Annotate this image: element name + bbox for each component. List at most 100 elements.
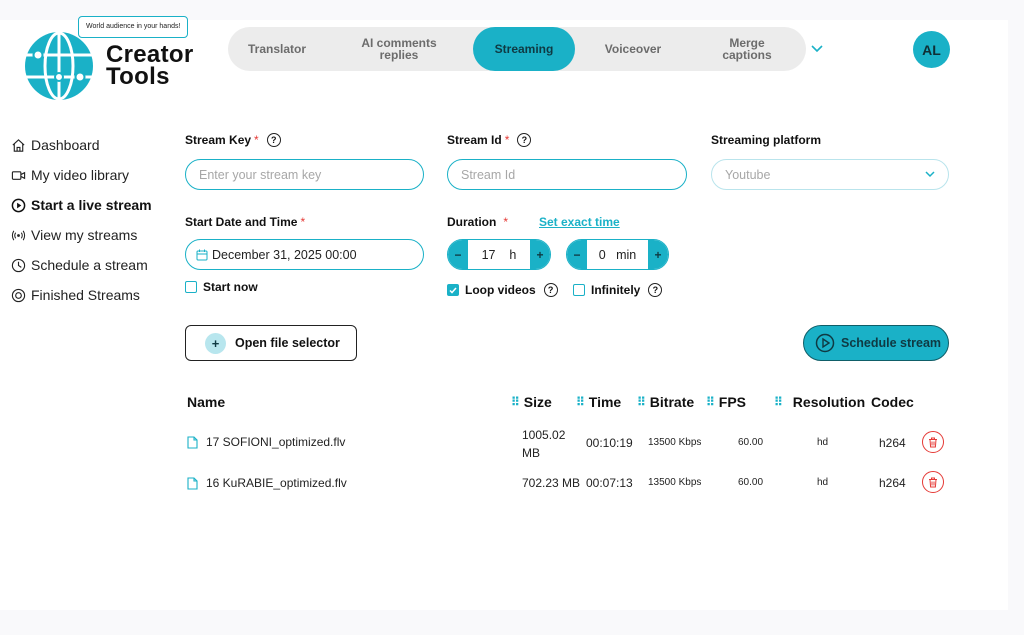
column-header-fps[interactable]: ⠿ FPS bbox=[706, 394, 746, 410]
file-size-value: 1005.02 bbox=[522, 428, 566, 442]
hours-increment-button[interactable]: + bbox=[530, 240, 550, 269]
delete-button[interactable] bbox=[922, 471, 944, 493]
minutes-number: 0 bbox=[598, 247, 606, 262]
checkbox-box bbox=[185, 281, 197, 293]
minutes-stepper: − 0 min + bbox=[566, 239, 669, 270]
column-header-name[interactable]: Name bbox=[187, 394, 225, 410]
column-header-bitrate[interactable]: ⠿ Bitrate bbox=[637, 394, 694, 410]
help-icon[interactable]: ? bbox=[517, 133, 532, 147]
top-nav: Translator AI comments replies Streaming… bbox=[228, 27, 806, 71]
globe-logo-icon bbox=[25, 31, 93, 101]
sidebar-item-start-a-live-stream[interactable]: Start a live stream bbox=[10, 190, 180, 220]
drag-handle-icon[interactable]: ⠿ bbox=[637, 395, 646, 409]
file-size: 1005.02 MB bbox=[522, 426, 565, 462]
calendar-icon bbox=[196, 249, 208, 261]
help-icon[interactable]: ? bbox=[543, 283, 558, 297]
loop-videos-checkbox[interactable]: Loop videos ? bbox=[447, 283, 558, 297]
tab-voiceover[interactable]: Voiceover bbox=[585, 27, 681, 71]
column-header-fps-label: FPS bbox=[718, 394, 747, 410]
file-fps: 60.00 bbox=[738, 477, 764, 488]
stream-key-label-text: Stream Key bbox=[185, 133, 252, 147]
required-mark: * bbox=[503, 215, 509, 229]
required-mark: * bbox=[504, 133, 510, 147]
logo-name-line2: Tools bbox=[106, 63, 170, 90]
tab-streaming[interactable]: Streaming bbox=[473, 27, 575, 71]
start-now-checkbox[interactable]: Start now bbox=[185, 280, 258, 294]
open-file-selector-button[interactable]: + Open file selector bbox=[185, 325, 357, 361]
hours-value[interactable]: 17 h bbox=[468, 248, 530, 262]
stream-id-input[interactable] bbox=[447, 159, 687, 190]
plus-icon: + bbox=[205, 332, 226, 354]
sidebar-item-label: View my streams bbox=[31, 227, 138, 243]
file-name: 16 KuRABIE_optimized.flv bbox=[206, 476, 347, 490]
stream-key-input[interactable] bbox=[185, 159, 424, 190]
start-now-label: Start now bbox=[203, 280, 258, 294]
hours-number: 17 bbox=[481, 247, 496, 262]
delete-button[interactable] bbox=[922, 431, 944, 453]
column-header-codec[interactable]: Codec bbox=[871, 394, 914, 410]
help-icon[interactable]: ? bbox=[266, 133, 281, 147]
sidebar-item-view-my-streams[interactable]: View my streams bbox=[10, 220, 180, 250]
column-header-time[interactable]: ⠿ Time bbox=[576, 394, 621, 410]
column-header-time-label: Time bbox=[588, 394, 622, 410]
file-bitrate: 13500 Kbps bbox=[648, 437, 702, 448]
sidebar-item-label: My video library bbox=[31, 167, 130, 183]
schedule-stream-button[interactable]: Schedule stream bbox=[803, 325, 949, 361]
infinitely-checkbox[interactable]: Infinitely ? bbox=[573, 283, 663, 297]
table-row[interactable]: 16 KuRABIE_optimized.flv bbox=[187, 476, 347, 490]
stream-id-label-text: Stream Id bbox=[447, 133, 502, 147]
hours-unit: h bbox=[509, 247, 517, 262]
avatar[interactable]: AL bbox=[913, 31, 950, 68]
chevron-down-icon bbox=[925, 169, 935, 181]
logo[interactable]: World audience in your hands! Creator To… bbox=[24, 16, 214, 105]
streaming-platform-label: Streaming platform bbox=[711, 133, 822, 147]
checkbox-box bbox=[573, 284, 585, 296]
column-header-size[interactable]: ⠿ Size bbox=[511, 394, 552, 410]
drag-handle-icon[interactable]: ⠿ bbox=[706, 395, 715, 409]
drag-handle-icon[interactable]: ⠿ bbox=[774, 395, 783, 409]
play-circle-icon bbox=[815, 333, 835, 353]
minutes-value[interactable]: 0 min bbox=[587, 248, 648, 262]
sidebar-item-dashboard[interactable]: Dashboard bbox=[10, 130, 180, 160]
file-name: 17 SOFIONI_optimized.flv bbox=[206, 435, 346, 449]
hours-decrement-button[interactable]: − bbox=[448, 240, 468, 269]
file-fps: 60.00 bbox=[738, 437, 764, 448]
infinitely-label: Infinitely bbox=[591, 283, 641, 297]
streaming-platform-select[interactable]: Youtube bbox=[711, 159, 949, 190]
required-mark: * bbox=[254, 133, 259, 147]
tab-ai-comments-replies[interactable]: AI comments replies bbox=[340, 27, 458, 71]
table-row[interactable]: 17 SOFIONI_optimized.flv bbox=[187, 435, 345, 449]
drag-handle-icon[interactable]: ⠿ bbox=[511, 395, 520, 409]
file-time: 00:07:13 bbox=[586, 476, 633, 490]
required-mark: * bbox=[300, 215, 306, 229]
trash-icon bbox=[929, 477, 937, 487]
sidebar-item-label: Start a live stream bbox=[31, 197, 152, 213]
tab-translator[interactable]: Translator bbox=[228, 27, 326, 71]
file-size: 702.23 MB bbox=[522, 476, 581, 490]
sidebar-item-finished-streams[interactable]: Finished Streams bbox=[10, 280, 180, 310]
sidebar-item-schedule-a-stream[interactable]: Schedule a stream bbox=[10, 250, 180, 280]
minutes-unit: min bbox=[616, 247, 637, 262]
file-time: 00:10:19 bbox=[586, 436, 633, 450]
checkbox-checked bbox=[447, 284, 459, 296]
start-date-value: December 31, 2025 00:00 bbox=[212, 247, 357, 262]
home-icon bbox=[10, 137, 26, 153]
file-icon bbox=[187, 476, 198, 490]
schedule-stream-label: Schedule stream bbox=[841, 336, 942, 350]
minutes-decrement-button[interactable]: − bbox=[567, 240, 587, 269]
file-icon bbox=[187, 435, 198, 449]
sidebar-item-my-video-library[interactable]: My video library bbox=[10, 160, 180, 190]
set-exact-time-link[interactable]: Set exact time bbox=[539, 215, 620, 229]
tab-merge-captions[interactable]: Merge captions bbox=[698, 27, 796, 71]
start-date-input[interactable]: December 31, 2025 00:00 bbox=[185, 239, 424, 270]
drag-handle-icon[interactable]: ⠿ bbox=[576, 395, 585, 409]
column-header-resolution[interactable]: ⠿ Resolution bbox=[774, 394, 865, 410]
chevron-down-icon[interactable] bbox=[808, 40, 826, 58]
minutes-increment-button[interactable]: + bbox=[648, 240, 668, 269]
file-resolution: hd bbox=[817, 437, 829, 448]
sidebar-item-label: Schedule a stream bbox=[31, 257, 148, 273]
help-icon[interactable]: ? bbox=[648, 283, 663, 297]
open-file-selector-label: Open file selector bbox=[235, 336, 340, 350]
clock-icon bbox=[10, 257, 26, 273]
duration-label: Duration * bbox=[447, 215, 508, 229]
